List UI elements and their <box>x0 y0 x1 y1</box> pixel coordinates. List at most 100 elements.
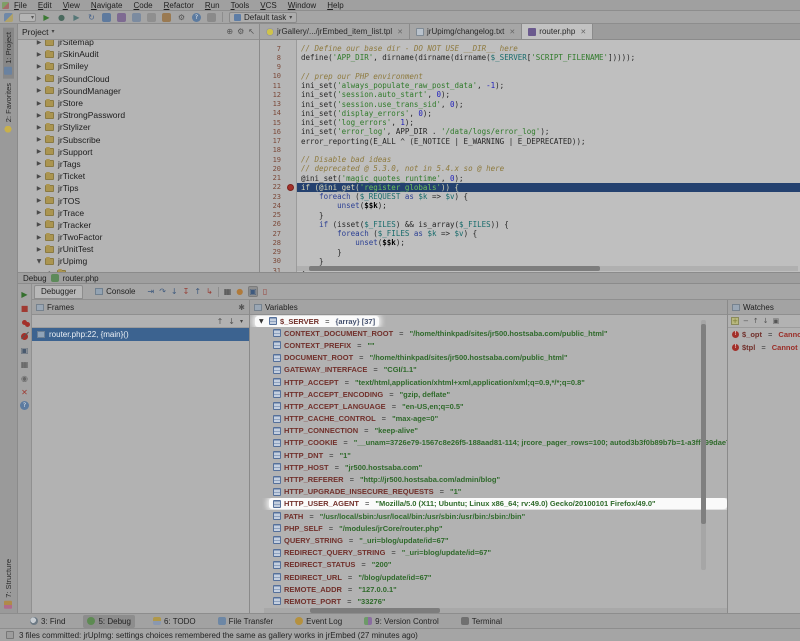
tree-item-jrunittest[interactable]: ▶jrUnitTest <box>18 243 259 255</box>
print-icon[interactable] <box>207 13 216 22</box>
evaluate-expression-icon[interactable]: ▦ <box>224 287 232 296</box>
previous-frame-icon[interactable]: ↑ <box>217 317 224 326</box>
chevron-right-icon[interactable]: ▶ <box>35 148 43 155</box>
variable-row-http-user-agent[interactable]: HTTP_USER_AGENT="Mozilla/5.0 (X11; Ubunt… <box>250 498 727 510</box>
pin-tab-icon[interactable]: ◉ <box>20 373 30 383</box>
tree-item-jrsmiley[interactable]: ▶jrSmiley <box>18 60 259 72</box>
commit-icon[interactable] <box>102 13 111 22</box>
resume-program-icon[interactable]: ▶ <box>20 289 30 299</box>
variable-row-remote-addr[interactable]: REMOTE_ADDR="127.0.0.1" <box>250 583 727 595</box>
tree-item-jrstylizer[interactable]: ▶jrStylizer <box>18 121 259 133</box>
restore-layout-icon[interactable]: ▣ <box>20 345 30 355</box>
variable-row-query-string[interactable]: QUERY_STRING="_uri=blog/update/id=67" <box>250 534 727 546</box>
variable-row-redirect-status[interactable]: REDIRECT_STATUS="200" <box>250 559 727 571</box>
chevron-right-icon[interactable]: ▶ <box>35 221 43 228</box>
menu-navigate[interactable]: Navigate <box>91 1 123 10</box>
menu-run[interactable]: Run <box>205 1 220 10</box>
variable-row-http-host[interactable]: HTTP_HOST="jr500.hostsaba.com" <box>250 461 727 473</box>
vcs-icon[interactable] <box>117 13 126 22</box>
move-watch-down-icon[interactable]: ↓ <box>763 317 769 325</box>
variable-row-redirect-url[interactable]: REDIRECT_URL="/blog/update/id=67" <box>250 571 727 583</box>
tree-item-jrupimg[interactable]: ▼jrUpimg <box>18 255 259 267</box>
next-frame-icon[interactable]: ↓ <box>228 317 235 326</box>
variable-row-http-cache-control[interactable]: HTTP_CACHE_CONTROL="max-age=0" <box>250 413 727 425</box>
open-project-icon[interactable] <box>4 13 13 22</box>
menu-code[interactable]: Code <box>134 1 153 10</box>
chevron-right-icon[interactable]: ▶ <box>35 75 43 82</box>
run-icon[interactable]: ▶ <box>42 13 51 22</box>
tree-item-jrtags[interactable]: ▶jrTags <box>18 158 259 170</box>
tree-item-jrskinaudit[interactable]: ▶jrSkinAudit <box>18 48 259 60</box>
variable-row-context-prefix[interactable]: CONTEXT_PREFIX="" <box>250 339 727 351</box>
evaluate-expression-icon[interactable]: ▦ <box>20 359 30 369</box>
tree-item-jrtwofactor[interactable]: ▶jrTwoFactor <box>18 231 259 243</box>
thread-dropdown-icon[interactable]: ▾ <box>240 318 243 325</box>
chevron-down-icon[interactable]: ▼ <box>35 258 43 265</box>
chevron-right-icon[interactable]: ▶ <box>35 160 43 167</box>
chevron-right-icon[interactable]: ▶ <box>35 173 43 180</box>
copy-watch-icon[interactable]: ▣ <box>773 317 780 325</box>
tool-window-button-6-todo[interactable]: 6: TODO <box>149 615 200 628</box>
variables-hscroll-thumb[interactable] <box>310 608 440 613</box>
tree-item-jrsoundmanager[interactable]: ▶jrSoundManager <box>18 85 259 97</box>
tree-item-jrstore[interactable]: ▶jrStore <box>18 97 259 109</box>
stop-icon[interactable]: ■ <box>20 303 30 313</box>
tab-debugger[interactable]: Debugger <box>34 285 83 299</box>
menu-file[interactable]: File <box>14 1 27 10</box>
tree-item-jrtos[interactable]: ▶jrTOS <box>18 194 259 206</box>
settings-icon[interactable]: ⚙ <box>177 13 186 22</box>
tool-window-button-file-transfer[interactable]: File Transfer <box>214 615 277 628</box>
tab-console[interactable]: Console <box>88 285 142 299</box>
variables-vscroll-thumb[interactable] <box>701 324 706 524</box>
chevron-right-icon[interactable]: ▶ <box>35 197 43 204</box>
frames-options-icon[interactable]: ✱ <box>238 303 245 312</box>
watch-method-return-icon[interactable]: ● <box>236 287 243 296</box>
variable-row-http-cookie[interactable]: HTTP_COOKIE="__unam=3726e79-1567c8e26f5-… <box>250 437 727 449</box>
move-watch-up-icon[interactable]: ↑ <box>753 317 759 325</box>
tree-item-jrsoundcloud[interactable]: ▶jrSoundCloud <box>18 73 259 85</box>
variable-row-http-upgrade-insecure-requests[interactable]: HTTP_UPGRADE_INSECURE_REQUESTS="1" <box>250 486 727 498</box>
status-icon[interactable] <box>6 631 14 639</box>
close-icon[interactable]: ✕ <box>20 387 30 397</box>
variables-hscrollbar[interactable] <box>264 608 727 613</box>
chevron-right-icon[interactable]: ▶ <box>35 124 43 131</box>
breakpoint-slot[interactable] <box>284 184 297 191</box>
variable-row-http-connection[interactable]: HTTP_CONNECTION="keep-alive" <box>250 425 727 437</box>
menu-edit[interactable]: Edit <box>38 1 52 10</box>
sync-icon[interactable]: ↻ <box>87 13 96 22</box>
collapse-all-icon[interactable]: ⊕ <box>226 27 233 36</box>
diff-icon[interactable] <box>132 13 141 22</box>
editor-tab-router-php[interactable]: router.php✕ <box>522 24 593 39</box>
variable-row-context-document-root[interactable]: CONTEXT_DOCUMENT_ROOT="/home/thinkpad/si… <box>250 327 727 339</box>
variable-row-root[interactable]: ▼$_SERVER={array} [37] <box>250 315 727 327</box>
chevron-right-icon[interactable]: ▶ <box>35 63 43 70</box>
chevron-right-icon[interactable]: ▶ <box>35 234 43 241</box>
menu-help[interactable]: Help <box>327 1 343 10</box>
layout-settings-icon[interactable]: ▣ <box>248 286 258 297</box>
variable-row-redirect-query-string[interactable]: REDIRECT_QUERY_STRING="_uri=blog/update/… <box>250 547 727 559</box>
chevron-right-icon[interactable]: ▶ <box>35 185 43 192</box>
menu-refactor[interactable]: Refactor <box>164 1 194 10</box>
variable-row-http-accept-language[interactable]: HTTP_ACCEPT_LANGUAGE="en-US,en;q=0.5" <box>250 400 727 412</box>
variable-row-http-accept-encoding[interactable]: HTTP_ACCEPT_ENCODING="gzip, deflate" <box>250 388 727 400</box>
close-icon[interactable]: ✕ <box>509 28 515 36</box>
chevron-right-icon[interactable]: ▶ <box>35 40 43 46</box>
menu-view[interactable]: View <box>63 1 80 10</box>
editor-tab-jrupimg-changelog-txt[interactable]: jrUpimg/changelog.txt✕ <box>410 24 522 39</box>
variables-vscrollbar[interactable] <box>701 320 706 570</box>
step-over-icon[interactable]: ↷ <box>159 287 166 296</box>
watch-row-opt[interactable]: !$_opt=Cannot evaluate <box>728 328 800 341</box>
variable-row-remote-port[interactable]: REMOTE_PORT="33276" <box>250 595 727 607</box>
mute-breakpoints-icon[interactable] <box>20 331 30 341</box>
hide-panel-icon[interactable]: ↖ <box>248 27 255 36</box>
tool-window-button-7-structure[interactable]: 7: Structure <box>3 555 14 613</box>
tree-item-jrtips[interactable]: ▶jrTips <box>18 182 259 194</box>
chevron-right-icon[interactable]: ▶ <box>35 136 43 143</box>
step-into-icon[interactable]: ↓ <box>171 287 178 296</box>
variable-row-gateway-interface[interactable]: GATEWAY_INTERFACE="CGI/1.1" <box>250 364 727 376</box>
run-configuration-combo[interactable]: ▾ <box>19 13 36 22</box>
variable-row-document-root[interactable]: DOCUMENT_ROOT="/home/thinkpad/sites/jr50… <box>250 352 727 364</box>
settings-gear-icon[interactable]: ⚙ <box>237 27 244 36</box>
editor-hscrollbar[interactable] <box>297 266 798 271</box>
add-watch-icon[interactable]: + <box>731 317 739 325</box>
